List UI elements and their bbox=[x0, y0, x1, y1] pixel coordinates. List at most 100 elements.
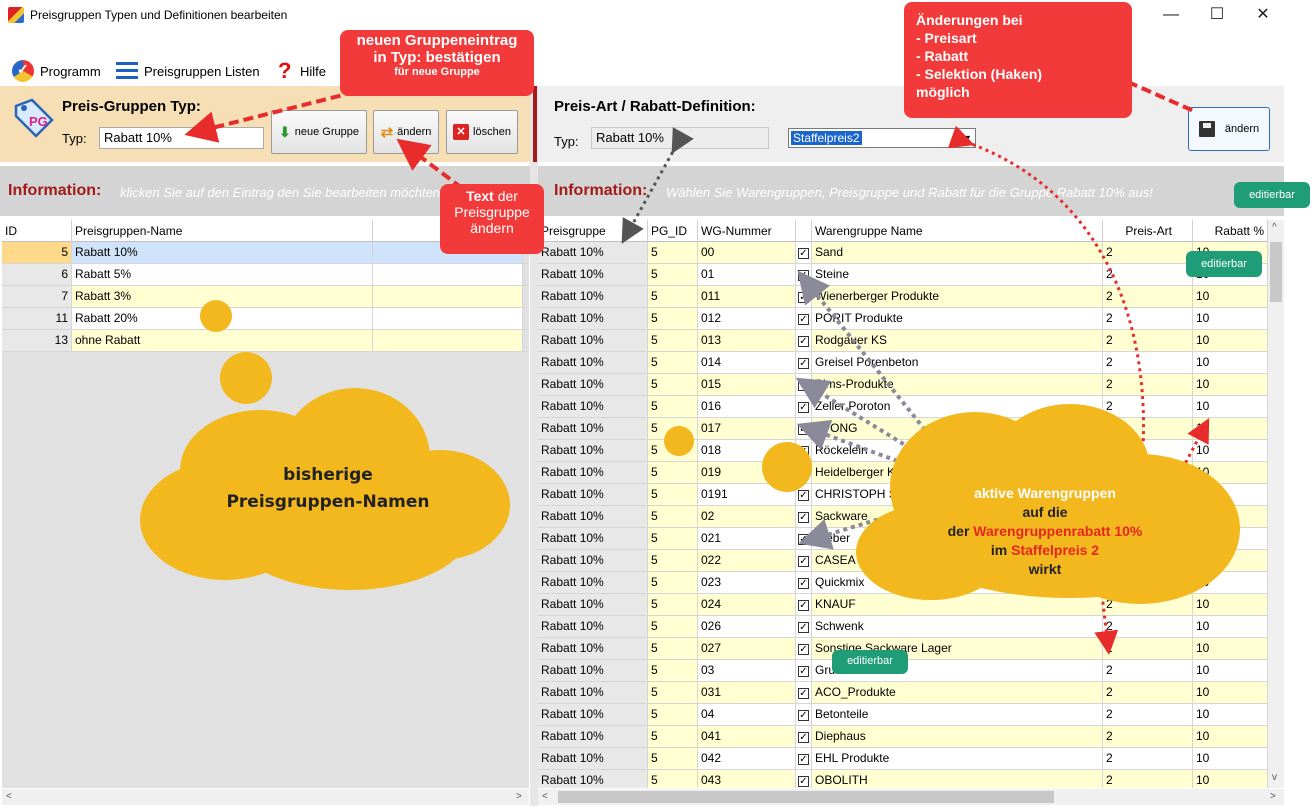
checkbox-checked-icon[interactable]: ✓ bbox=[798, 380, 809, 391]
cell-rabatt[interactable]: 10 bbox=[1193, 726, 1268, 747]
table-row[interactable]: Rabatt 10%501✓Steine210 bbox=[538, 264, 1268, 286]
cell-rabatt[interactable]: 10 bbox=[1193, 682, 1268, 703]
menu-hilfe[interactable]: ? Hilfe bbox=[278, 58, 326, 83]
cell-check[interactable]: ✓ bbox=[796, 352, 812, 373]
cell-rabatt[interactable]: 10 bbox=[1193, 748, 1268, 769]
cell-check[interactable]: ✓ bbox=[796, 374, 812, 395]
checkbox-checked-icon[interactable]: ✓ bbox=[798, 688, 809, 699]
cell-pg-id[interactable]: 5 bbox=[648, 682, 698, 703]
cell-preisgruppe[interactable]: Rabatt 10% bbox=[538, 242, 648, 263]
right-horizontal-scrollbar[interactable]: < > bbox=[538, 789, 1284, 805]
cell-rabatt[interactable]: 10 bbox=[1193, 770, 1268, 788]
cell-check[interactable]: ✓ bbox=[796, 330, 812, 351]
cell-check[interactable]: ✓ bbox=[796, 770, 812, 788]
cell-pg-id[interactable]: 5 bbox=[648, 242, 698, 263]
checkbox-checked-icon[interactable]: ✓ bbox=[798, 358, 809, 369]
cell-warengruppe-name[interactable]: PORIT Produkte bbox=[812, 308, 1103, 329]
close-button[interactable]: ✕ bbox=[1240, 0, 1286, 30]
cell-preisgruppe[interactable]: Rabatt 10% bbox=[538, 770, 648, 788]
menu-preisgruppen-listen[interactable]: Preisgruppen Listen bbox=[116, 60, 260, 82]
cell-pg-id[interactable]: 5 bbox=[648, 264, 698, 285]
cell-wg-nummer[interactable]: 042 bbox=[698, 748, 796, 769]
cell-preisgruppe[interactable]: Rabatt 10% bbox=[538, 704, 648, 725]
table-row[interactable]: Rabatt 10% 5 014 ✓ Greisel Porenbeton 2 10 bbox=[538, 352, 1268, 374]
cell-warengruppe-name[interactable]: Diephaus bbox=[812, 726, 1103, 747]
cell-wg-nummer[interactable]: 012 bbox=[698, 308, 796, 329]
col-warengruppe-name[interactable]: Warengruppe Name bbox=[812, 220, 1103, 242]
cell-id[interactable]: 11 bbox=[2, 308, 72, 329]
col-check[interactable] bbox=[796, 220, 812, 242]
cell-preisgruppe[interactable]: Rabatt 10% bbox=[538, 286, 648, 307]
checkbox-checked-icon[interactable]: ✓ bbox=[798, 666, 809, 677]
checkbox-checked-icon[interactable]: ✓ bbox=[798, 270, 809, 281]
table-row[interactable]: Rabatt 10% 5 031 ✓ ACO_Produkte 2 10 bbox=[538, 682, 1268, 704]
scroll-thumb[interactable] bbox=[1270, 242, 1282, 302]
cell-preisgruppe[interactable]: Rabatt 10% bbox=[538, 660, 648, 681]
cell-pg-id[interactable]: 5 bbox=[648, 748, 698, 769]
cell-preisgruppe[interactable]: Rabatt 10% bbox=[538, 748, 648, 769]
cell-warengruppe-name[interactable]: Schwenk bbox=[812, 616, 1103, 637]
cell-check[interactable]: ✓ bbox=[796, 616, 812, 637]
cell-check[interactable]: ✓ bbox=[796, 660, 812, 681]
cell-rabatt[interactable]: 10 bbox=[1193, 638, 1268, 659]
table-row[interactable]: Rabatt 10% 5 041 ✓ Diephaus 2 10 bbox=[538, 726, 1268, 748]
cell-warengruppe-name[interactable]: EHL Produkte bbox=[812, 748, 1103, 769]
cell-preisgruppe[interactable]: Rabatt 10% bbox=[538, 572, 648, 593]
table-row[interactable]: Rabatt 10% 5 011 ✓ Wienerberger Produkte 2 10 bbox=[538, 286, 1268, 308]
checkbox-checked-icon[interactable]: ✓ bbox=[798, 732, 809, 743]
cell-preis-art[interactable]: 2 bbox=[1103, 770, 1193, 788]
table-row[interactable]: 6 Rabatt 5% bbox=[2, 264, 529, 286]
cell-pg-id[interactable]: 5 bbox=[648, 352, 698, 373]
checkbox-checked-icon[interactable]: ✓ bbox=[798, 314, 809, 325]
cell-id[interactable]: 7 bbox=[2, 286, 72, 307]
cell-warengruppe-name[interactable]: ACO_Produkte bbox=[812, 682, 1103, 703]
checkbox-checked-icon[interactable]: ✓ bbox=[798, 710, 809, 721]
cell-preis-art[interactable]: 2 bbox=[1103, 726, 1193, 747]
cell-id[interactable]: 6 bbox=[2, 264, 72, 285]
scroll-left-icon[interactable]: < bbox=[6, 791, 12, 802]
cell-wg-nummer[interactable]: 027 bbox=[698, 638, 796, 659]
table-row[interactable]: Rabatt 10% 5 012 ✓ PORIT Produkte 2 10 bbox=[538, 308, 1268, 330]
cell-pg-id[interactable]: 5 bbox=[648, 704, 698, 725]
cell-preisgruppe[interactable]: Rabatt 10% bbox=[538, 682, 648, 703]
cell-rabatt[interactable]: 10 bbox=[1193, 330, 1268, 351]
cell-wg-nummer[interactable]: 041 bbox=[698, 726, 796, 747]
typ-input[interactable]: Rabatt 10% bbox=[99, 127, 264, 149]
left-horizontal-scrollbar[interactable]: < > bbox=[2, 789, 529, 805]
cell-check[interactable]: ✓ bbox=[796, 638, 812, 659]
menu-programm[interactable]: Programm bbox=[12, 60, 101, 82]
cell-preis-art[interactable]: 2 bbox=[1103, 704, 1193, 725]
col-id[interactable]: ID bbox=[2, 220, 72, 242]
cell-check[interactable]: ✓ bbox=[796, 286, 812, 307]
cell-check[interactable]: ✓ bbox=[796, 726, 812, 747]
cell-preis-art[interactable]: 2 bbox=[1103, 242, 1193, 263]
cell-warengruppe-name[interactable]: Wienerberger Produkte bbox=[812, 286, 1103, 307]
cell-pg-id[interactable]: 5 bbox=[648, 770, 698, 788]
cell-wg-nummer[interactable]: 026 bbox=[698, 616, 796, 637]
cell-preisgruppe[interactable]: Rabatt 10% bbox=[538, 264, 648, 285]
cell-preisgruppe[interactable]: Rabatt 10% bbox=[538, 616, 648, 637]
cell-preisgruppe[interactable]: Rabatt 10% bbox=[538, 506, 648, 527]
checkbox-checked-icon[interactable]: ✓ bbox=[798, 776, 809, 787]
scroll-down-icon[interactable]: v bbox=[1272, 772, 1277, 783]
cell-preis-art[interactable]: 2 bbox=[1103, 308, 1193, 329]
cell-rabatt[interactable]: 10 bbox=[1193, 308, 1268, 329]
cell-check[interactable]: ✓ bbox=[796, 682, 812, 703]
cell-preisgruppe[interactable]: Rabatt 10% bbox=[538, 374, 648, 395]
cell-preis-art[interactable]: 2 bbox=[1103, 638, 1193, 659]
cell-preisgruppe[interactable]: Rabatt 10% bbox=[538, 440, 648, 461]
cell-check[interactable]: ✓ bbox=[796, 264, 812, 285]
cell-warengruppe-name[interactable]: Sand bbox=[812, 242, 1103, 263]
cell-name[interactable]: Rabatt 5% bbox=[72, 264, 373, 285]
cell-preis-art[interactable]: 2 bbox=[1103, 616, 1193, 637]
checkbox-checked-icon[interactable]: ✓ bbox=[798, 622, 809, 633]
table-row[interactable]: Rabatt 10% 5 043 ✓ OBOLITH 2 10 bbox=[538, 770, 1268, 788]
cell-preis-art[interactable]: 2 bbox=[1103, 748, 1193, 769]
scroll-right-icon[interactable]: > bbox=[1270, 791, 1276, 802]
cell-preisgruppe[interactable]: Rabatt 10% bbox=[538, 396, 648, 417]
cell-pg-id[interactable]: 5 bbox=[648, 616, 698, 637]
cell-preis-art[interactable]: 2 bbox=[1103, 660, 1193, 681]
scroll-right-icon[interactable]: > bbox=[516, 791, 522, 802]
cell-wg-nummer[interactable]: 03 bbox=[698, 660, 796, 681]
col-wg-nummer[interactable]: WG-Nummer bbox=[698, 220, 796, 242]
